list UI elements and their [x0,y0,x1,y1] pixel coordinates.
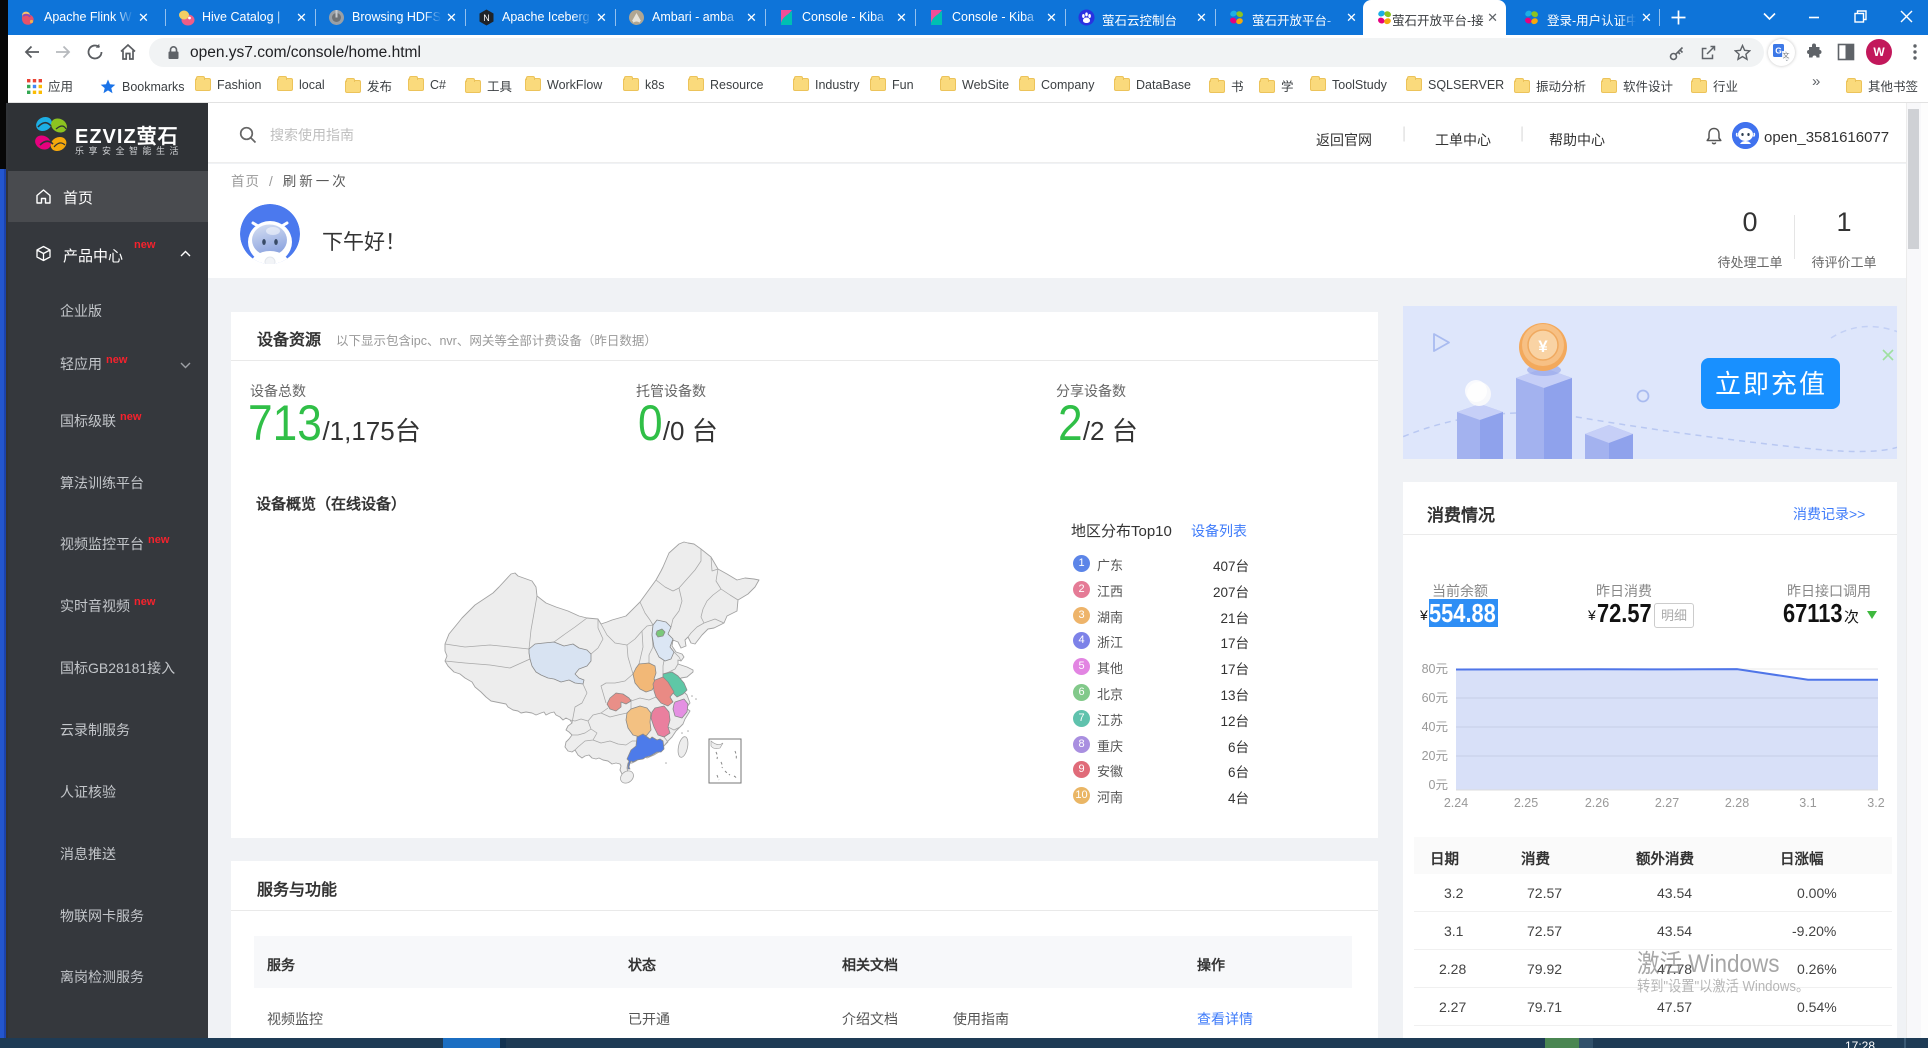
svg-text:2.26: 2.26 [1585,796,1609,810]
svg-text:G: G [1775,46,1782,56]
svg-text:2.24: 2.24 [1444,796,1468,810]
svg-text:40元: 40元 [1422,720,1448,734]
svg-text:60元: 60元 [1422,691,1448,705]
svg-text:0元: 0元 [1429,778,1448,792]
svg-text:¥: ¥ [1538,337,1548,356]
svg-text:20元: 20元 [1422,749,1448,763]
svg-text:N: N [483,13,490,23]
svg-text:80元: 80元 [1422,662,1448,676]
svg-text:3.1: 3.1 [1799,796,1816,810]
svg-text:2.28: 2.28 [1725,796,1749,810]
svg-text:立即充值: 立即充值 [1715,369,1827,399]
svg-text:3.2: 3.2 [1867,796,1884,810]
svg-text:文: 文 [1783,51,1790,60]
svg-text:2.25: 2.25 [1514,796,1538,810]
svg-text:2.27: 2.27 [1655,796,1679,810]
